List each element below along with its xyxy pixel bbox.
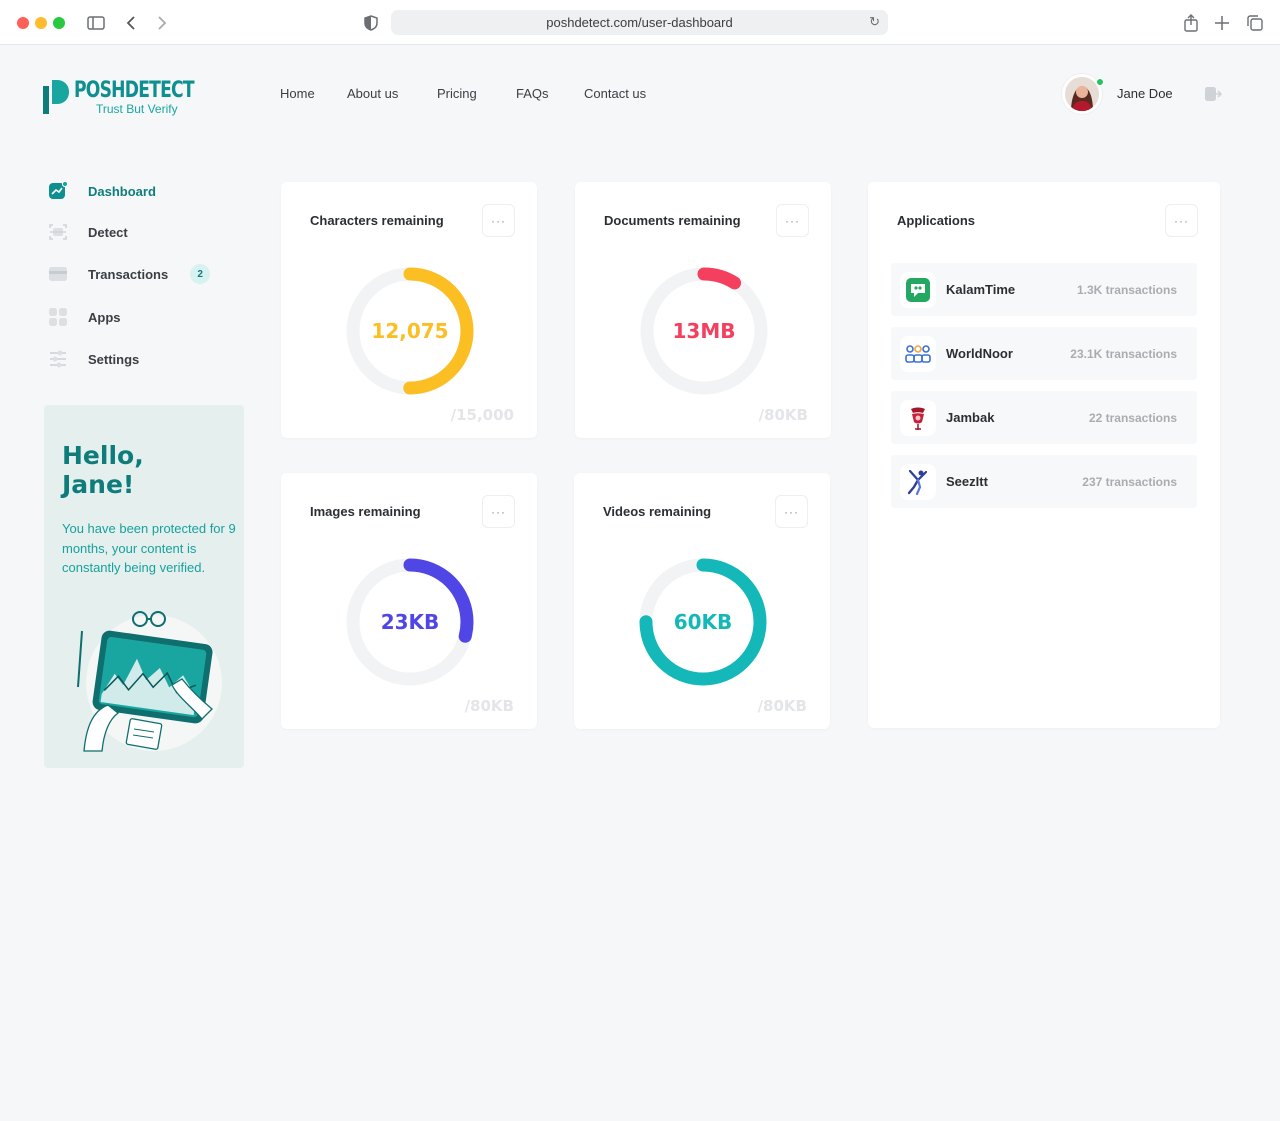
app-name: KalamTime <box>946 282 1016 297</box>
minimize-window-button[interactable] <box>35 17 47 29</box>
app-transactions: 237 transactions <box>1082 474 1177 489</box>
sidebar-item-apps[interactable]: Apps <box>48 306 121 328</box>
card-icon <box>49 267 67 281</box>
card-title: Characters remaining <box>310 213 444 228</box>
app-name: SeezItt <box>946 474 988 489</box>
app-row-jambak[interactable]: Jambak 22 transactions <box>891 391 1197 444</box>
address-bar[interactable]: poshdetect.com/user-dashboard ↻ <box>391 10 888 35</box>
new-tab-icon[interactable] <box>1211 12 1233 34</box>
sliders-icon <box>50 350 66 368</box>
videos-remaining-card: Videos remaining ··· 60KB /80KB <box>574 473 830 729</box>
more-options-button[interactable]: ··· <box>482 204 515 237</box>
user-name[interactable]: Jane Doe <box>1117 86 1173 101</box>
sidebar-item-label: Detect <box>88 224 128 240</box>
applications-title: Applications <box>897 213 976 228</box>
tablet-analytics-illustration <box>77 611 222 752</box>
app-name: WorldNoor <box>946 346 1013 361</box>
logout-icon[interactable] <box>1204 86 1223 102</box>
videos-total: /80KB <box>757 697 807 715</box>
app-transactions: 23.1K transactions <box>1070 346 1177 361</box>
documents-remaining-card: Documents remaining ··· 13MB /80KB <box>575 182 831 438</box>
documents-total: /80KB <box>758 406 808 424</box>
chart-icon <box>49 181 68 199</box>
sidebar-item-label: Dashboard <box>88 183 156 199</box>
applications-card: Applications ··· KalamTime 1.3K transact… <box>868 182 1220 728</box>
characters-remaining-value: 12,075 <box>371 319 449 343</box>
nav-pricing[interactable]: Pricing <box>437 86 477 101</box>
app-transactions: 22 transactions <box>1088 410 1177 425</box>
welcome-message: You have been protected for 9 months, yo… <box>62 521 236 575</box>
app-transactions: 1.3K transactions <box>1076 282 1177 297</box>
reload-icon[interactable]: ↻ <box>869 14 880 30</box>
more-options-button[interactable]: ··· <box>1165 204 1198 237</box>
sidebar-item-label: Settings <box>88 351 140 367</box>
online-status-dot <box>1096 78 1104 86</box>
sidebar-toggle-icon[interactable] <box>85 12 107 34</box>
app-row-worldnoor[interactable]: WorldNoor 23.1K transactions <box>891 327 1197 380</box>
app-row-seezitt[interactable]: SeezItt 237 transactions <box>891 455 1197 508</box>
characters-remaining-card: Characters remaining ··· 12,075 /15,000 <box>281 182 537 438</box>
scan-icon <box>49 224 67 240</box>
greeting-line-1: Hello, <box>62 441 144 470</box>
images-remaining-card: Images remaining ··· 23KB /80KB <box>281 473 537 729</box>
sidebar-item-settings[interactable]: Settings <box>48 348 139 370</box>
url-text: poshdetect.com/user-dashboard <box>546 15 733 30</box>
videos-remaining-value: 60KB <box>673 610 733 634</box>
back-icon[interactable] <box>120 12 142 34</box>
share-icon[interactable] <box>1180 12 1202 34</box>
sidebar-item-label: Transactions <box>88 266 169 282</box>
forward-icon[interactable] <box>151 12 173 34</box>
greeting-line-2: Jane! <box>62 470 135 499</box>
transactions-count-badge: 2 <box>190 264 211 284</box>
welcome-greeting: Hello, Jane! <box>62 441 144 499</box>
images-remaining-value: 23KB <box>380 610 440 634</box>
seezitt-logo-icon <box>900 463 936 500</box>
card-title: Images remaining <box>310 504 421 519</box>
nav-about-us[interactable]: About us <box>347 86 398 101</box>
card-title: Documents remaining <box>604 213 741 228</box>
images-total: /80KB <box>464 697 514 715</box>
close-window-button[interactable] <box>17 17 29 29</box>
sidebar-item-dashboard[interactable]: Dashboard <box>48 180 156 202</box>
more-options-button[interactable]: ··· <box>482 495 515 528</box>
nav-home[interactable]: Home <box>280 86 315 101</box>
kalamtime-logo-icon <box>900 271 936 308</box>
worldnoor-logo-icon <box>900 335 936 372</box>
characters-total: /15,000 <box>450 406 514 424</box>
documents-remaining-value: 13MB <box>672 319 736 343</box>
browser-toolbar: poshdetect.com/user-dashboard ↻ <box>0 0 1280 45</box>
more-options-button[interactable]: ··· <box>775 495 808 528</box>
maximize-window-button[interactable] <box>53 17 65 29</box>
sidebar-item-detect[interactable]: Detect <box>48 221 128 243</box>
card-title: Videos remaining <box>603 504 712 519</box>
more-options-button[interactable]: ··· <box>776 204 809 237</box>
jambak-logo-icon <box>900 399 936 436</box>
sidebar-item-transactions[interactable]: Transactions 2 <box>48 263 211 285</box>
brand-name: POSHDETECT <box>74 78 195 103</box>
welcome-card: Hello, Jane! You have been protected for… <box>44 405 244 768</box>
nav-faqs[interactable]: FAQs <box>516 86 549 101</box>
grid-icon <box>49 308 67 326</box>
tab-overview-icon[interactable] <box>1244 12 1266 34</box>
brand-logo[interactable]: POSHDETECT Trust But Verify <box>43 78 203 118</box>
app-name: Jambak <box>946 410 995 425</box>
nav-contact-us[interactable]: Contact us <box>584 86 646 101</box>
app-row-kalamtime[interactable]: KalamTime 1.3K transactions <box>891 263 1197 316</box>
poshdetect-logo-icon <box>43 80 69 114</box>
sidebar-item-label: Apps <box>88 309 121 325</box>
privacy-shield-icon[interactable] <box>360 12 382 34</box>
brand-tagline: Trust But Verify <box>96 102 178 116</box>
